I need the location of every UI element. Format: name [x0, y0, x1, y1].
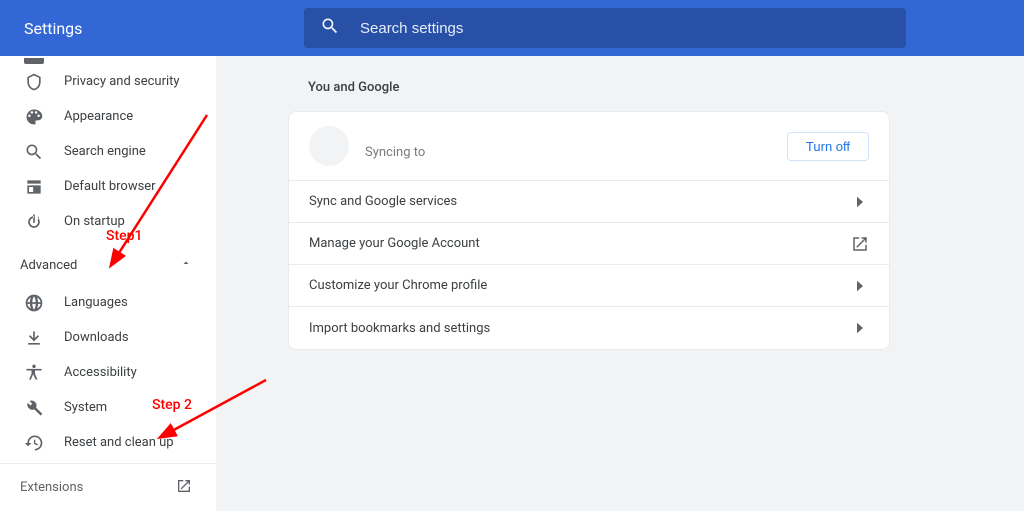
- sidebar-item-system[interactable]: System: [0, 390, 216, 425]
- page-title: Settings: [0, 19, 304, 38]
- sidebar-item-label: Appearance: [64, 109, 133, 124]
- sidebar-item-appearance[interactable]: Appearance: [0, 99, 216, 134]
- sidebar-item-on-startup[interactable]: On startup: [0, 204, 216, 239]
- row-label: Manage your Google Account: [309, 236, 851, 251]
- sidebar-item-label: Default browser: [64, 179, 156, 194]
- globe-icon: [24, 293, 44, 313]
- row-sync-services[interactable]: Sync and Google services: [289, 181, 889, 223]
- sidebar-extensions[interactable]: Extensions: [0, 463, 216, 511]
- shield-icon: [24, 72, 44, 92]
- palette-icon: [24, 107, 44, 127]
- chevron-right-icon: [851, 277, 869, 295]
- sidebar-item-label: On startup: [64, 214, 125, 229]
- sidebar-item-partial: [0, 56, 216, 64]
- power-icon: [24, 212, 44, 232]
- search-icon: [320, 16, 340, 40]
- settings-card: Syncing to Turn off Sync and Google serv…: [288, 111, 890, 350]
- top-bar: Settings: [0, 0, 1024, 56]
- syncing-label: Syncing to: [365, 133, 787, 160]
- sidebar-item-search-engine[interactable]: Search engine: [0, 134, 216, 169]
- sync-row: Syncing to Turn off: [289, 112, 889, 181]
- row-manage-account[interactable]: Manage your Google Account: [289, 223, 889, 265]
- browser-icon: [24, 177, 44, 197]
- turn-off-button[interactable]: Turn off: [787, 132, 869, 161]
- sidebar-item-accessibility[interactable]: Accessibility: [0, 355, 216, 390]
- section-title: You and Google: [288, 80, 890, 95]
- sidebar-item-privacy[interactable]: Privacy and security: [0, 64, 216, 99]
- search-icon: [24, 142, 44, 162]
- sidebar-item-label: Languages: [64, 295, 128, 310]
- accessibility-icon: [24, 363, 44, 383]
- sidebar: Privacy and security Appearance Search e…: [0, 56, 216, 511]
- download-icon: [24, 328, 44, 348]
- row-import-bookmarks[interactable]: Import bookmarks and settings: [289, 307, 889, 349]
- sidebar-item-label: System: [64, 400, 107, 415]
- sidebar-item-label: Extensions: [20, 480, 83, 495]
- row-label: Import bookmarks and settings: [309, 321, 851, 336]
- sidebar-item-reset[interactable]: Reset and clean up: [0, 425, 216, 460]
- chevron-right-icon: [851, 319, 869, 337]
- sidebar-section-label: Advanced: [20, 258, 77, 273]
- sidebar-item-label: Downloads: [64, 330, 129, 345]
- open-in-new-icon: [176, 478, 192, 498]
- chevron-up-icon: [180, 257, 192, 273]
- avatar: [309, 126, 349, 166]
- sidebar-item-label: Privacy and security: [64, 74, 180, 89]
- restore-icon: [24, 433, 44, 453]
- row-label: Sync and Google services: [309, 194, 851, 209]
- sidebar-item-label: Search engine: [64, 144, 146, 159]
- sidebar-item-downloads[interactable]: Downloads: [0, 320, 216, 355]
- main-content: You and Google Syncing to Turn off Sync …: [216, 56, 1024, 511]
- open-in-new-icon: [851, 235, 869, 253]
- sidebar-item-label: Reset and clean up: [64, 435, 174, 450]
- sidebar-item-default-browser[interactable]: Default browser: [0, 169, 216, 204]
- sidebar-item-label: Accessibility: [64, 365, 137, 380]
- wrench-icon: [24, 398, 44, 418]
- chevron-right-icon: [851, 193, 869, 211]
- sidebar-item-languages[interactable]: Languages: [0, 285, 216, 320]
- sidebar-advanced-toggle[interactable]: Advanced: [0, 245, 216, 285]
- row-label: Customize your Chrome profile: [309, 278, 851, 293]
- row-customize-profile[interactable]: Customize your Chrome profile: [289, 265, 889, 307]
- search-box[interactable]: [304, 8, 906, 48]
- search-input[interactable]: [360, 20, 890, 37]
